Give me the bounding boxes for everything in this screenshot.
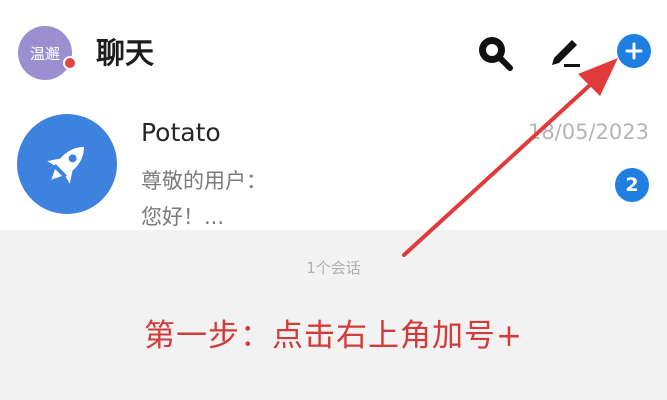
annotation-arrow	[402, 58, 618, 257]
